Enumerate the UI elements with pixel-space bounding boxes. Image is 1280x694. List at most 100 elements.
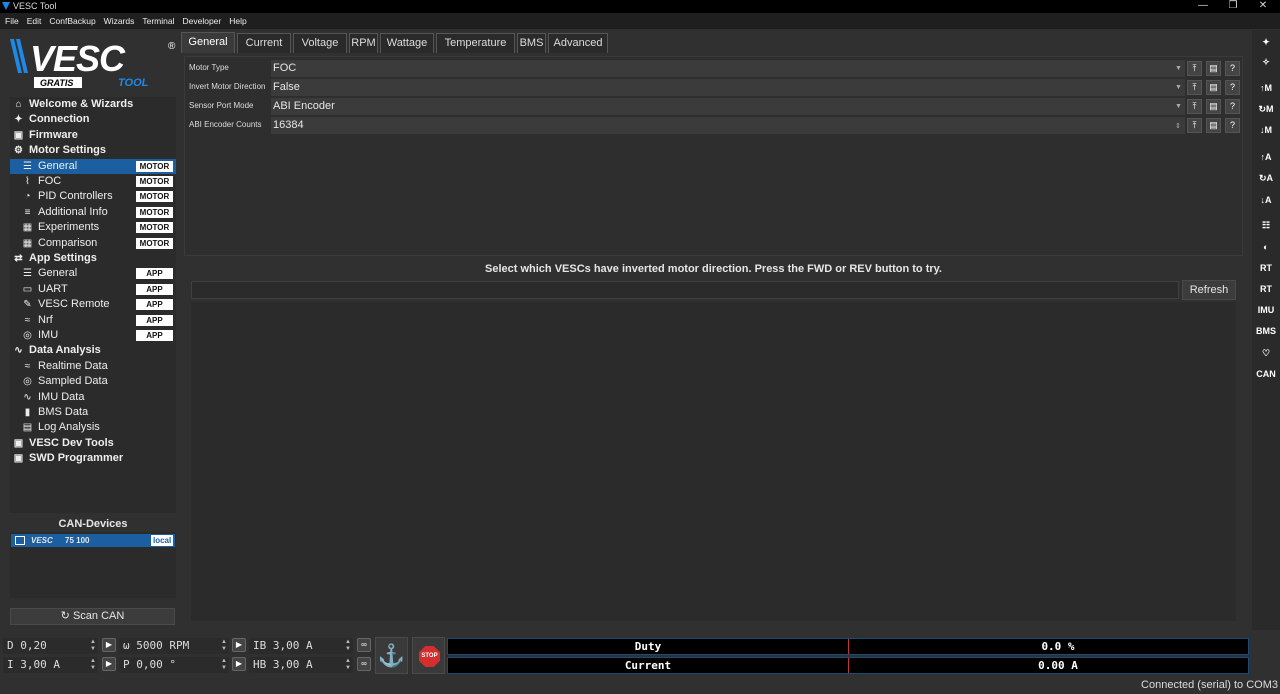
plug-disconnect-icon[interactable]: ✧	[1256, 54, 1276, 70]
menu-file[interactable]: File	[0, 13, 22, 26]
help-icon[interactable]: ?	[1225, 118, 1240, 133]
bms-stream-icon[interactable]: BMS	[1256, 323, 1276, 339]
gamepad-icon[interactable]: ◐	[1256, 239, 1276, 255]
tree-item-vesc-remote[interactable]: ✎ VESC Remote APP	[10, 297, 176, 312]
help-icon[interactable]: ?	[1225, 80, 1240, 95]
menu-developer[interactable]: Developer	[178, 13, 225, 26]
help-icon[interactable]: ?	[1225, 61, 1240, 76]
tab-voltage[interactable]: Voltage	[293, 33, 347, 53]
tree-item-foc[interactable]: ⌇ FOC MOTOR	[10, 174, 176, 189]
default-icon[interactable]: ▤	[1206, 118, 1221, 133]
duty-play-icon[interactable]: ▶	[102, 638, 116, 652]
reload-app-config-icon[interactable]: ↻A	[1256, 170, 1276, 186]
scan-can-button[interactable]: ↻ Scan CAN	[10, 608, 175, 625]
tree-item-nrf[interactable]: ≈ Nrf APP	[10, 313, 176, 328]
can-device-row[interactable]: VESC 75 100 local	[11, 534, 175, 547]
close-icon[interactable]: ✕	[1248, 0, 1278, 13]
default-icon[interactable]: ▤	[1206, 99, 1221, 114]
dropdown-arrow-icon[interactable]: ▼	[1175, 65, 1182, 72]
tab-current[interactable]: Current	[237, 33, 291, 53]
write-app-config-icon[interactable]: ↓A	[1256, 192, 1276, 208]
default-icon[interactable]: ▤	[1206, 80, 1221, 95]
heart-icon[interactable]: ♡	[1256, 345, 1276, 361]
current-play-icon[interactable]: ▶	[102, 657, 116, 671]
vesc-filter-bar[interactable]	[191, 281, 1179, 299]
setting-combo[interactable]: FOC	[271, 60, 1185, 77]
upload-icon[interactable]: ⤒	[1187, 99, 1202, 114]
brake-spin-icon[interactable]: ▲ ▼	[345, 639, 351, 653]
tab-temperature[interactable]: Temperature	[436, 33, 515, 53]
setting-combo[interactable]: ABI Encoder	[271, 98, 1185, 115]
imu-stream-icon[interactable]: IMU	[1256, 302, 1276, 318]
rt-data-icon[interactable]: RT	[1256, 260, 1276, 276]
help-icon[interactable]: ?	[1225, 99, 1240, 114]
tree-item-uart[interactable]: ▭ UART APP	[10, 282, 176, 297]
upload-icon[interactable]: ⤒	[1187, 61, 1202, 76]
tree-item-imu-data[interactable]: ∿ IMU Data	[10, 390, 176, 405]
tree-item-motor-settings[interactable]: ⚙ Motor Settings	[10, 143, 176, 158]
tree-item-firmware[interactable]: ▣ Firmware	[10, 128, 176, 143]
tree-item-general[interactable]: ☰ General APP	[10, 266, 176, 281]
tree-item-imu[interactable]: ◎ IMU APP	[10, 328, 176, 343]
brake-current-input[interactable]: IB 3,00 A	[249, 638, 353, 654]
rt-app-icon[interactable]: RT	[1256, 281, 1276, 297]
tree-item-app-settings[interactable]: ⇄ App Settings	[10, 251, 176, 266]
position-spin-icon[interactable]: ▲ ▼	[221, 658, 227, 672]
handbrake-play-icon[interactable]: ∞	[357, 657, 371, 671]
stop-button[interactable]: STOP	[412, 637, 445, 674]
can-forward-icon[interactable]: CAN	[1256, 366, 1276, 382]
tree-item-swd-programmer[interactable]: ▣ SWD Programmer	[10, 451, 176, 466]
rpm-play-icon[interactable]: ▶	[232, 638, 246, 652]
tree-item-additional-info[interactable]: ≡ Additional Info MOTOR	[10, 205, 176, 220]
tab-wattage[interactable]: Wattage	[380, 33, 434, 53]
tree-item-comparison[interactable]: ▦ Comparison MOTOR	[10, 236, 176, 251]
menu-wizards[interactable]: Wizards	[99, 13, 138, 26]
brake-play-icon[interactable]: ∞	[357, 638, 371, 652]
position-play-icon[interactable]: ▶	[232, 657, 246, 671]
tree-item-general[interactable]: ☰ General MOTOR	[10, 158, 176, 174]
duty-spin-icon[interactable]: ▲ ▼	[90, 639, 96, 653]
refresh-button[interactable]: Refresh	[1182, 280, 1236, 300]
dropdown-arrow-icon[interactable]: ▼	[1175, 84, 1182, 91]
dropdown-arrow-icon[interactable]: ▼	[1175, 103, 1182, 110]
upload-icon[interactable]: ⤒	[1187, 80, 1202, 95]
duty-input[interactable]: D 0,20	[3, 638, 98, 654]
rpm-spin-icon[interactable]: ▲ ▼	[221, 639, 227, 653]
position-input[interactable]: P 0,00 °	[119, 657, 229, 673]
tree-item-welcome-wizards[interactable]: ⌂ Welcome & Wizards	[10, 97, 176, 112]
tree-item-log-analysis[interactable]: ▤ Log Analysis	[10, 420, 176, 435]
menu-confbackup[interactable]: ConfBackup	[44, 13, 98, 26]
reload-motor-config-icon[interactable]: ↻M	[1256, 101, 1276, 117]
tree-item-pid-controllers[interactable]: ◔ PID Controllers MOTOR	[10, 189, 176, 204]
tab-bms[interactable]: BMS	[517, 33, 546, 53]
menu-help[interactable]: Help	[224, 13, 249, 26]
default-icon[interactable]: ▤	[1206, 61, 1221, 76]
tree-item-vesc-dev-tools[interactable]: ▣ VESC Dev Tools	[10, 436, 176, 451]
minimize-icon[interactable]: —	[1188, 0, 1218, 13]
setting-spinbox[interactable]: 16384	[271, 117, 1185, 134]
tree-item-bms-data[interactable]: ▮ BMS Data	[10, 405, 176, 420]
handbrake-spin-icon[interactable]: ▲ ▼	[345, 658, 351, 672]
rpm-input[interactable]: ω 5000 RPM	[119, 638, 229, 654]
tree-item-connection[interactable]: ✦ Connection	[10, 112, 176, 127]
setting-combo[interactable]: False	[271, 79, 1185, 96]
read-motor-config-icon[interactable]: ↑M	[1256, 80, 1276, 96]
restore-icon[interactable]: ❐	[1218, 0, 1248, 13]
spin-arrows-icon[interactable]: ⇕	[1175, 122, 1181, 130]
tab-general[interactable]: General	[181, 32, 235, 53]
can-network-icon[interactable]: ☷	[1256, 217, 1276, 233]
upload-icon[interactable]: ⤒	[1187, 118, 1202, 133]
tab-rpm[interactable]: RPM	[349, 33, 378, 53]
current-input[interactable]: I 3,00 A	[3, 657, 98, 673]
read-app-config-icon[interactable]: ↑A	[1256, 149, 1276, 165]
tree-item-sampled-data[interactable]: ◎ Sampled Data	[10, 374, 176, 389]
tree-item-realtime-data[interactable]: ≈ Realtime Data	[10, 359, 176, 374]
tab-advanced[interactable]: Advanced	[548, 33, 608, 53]
menu-edit[interactable]: Edit	[22, 13, 45, 26]
tree-item-data-analysis[interactable]: ∿ Data Analysis	[10, 343, 176, 358]
plug-connect-icon[interactable]: ✦	[1256, 34, 1276, 50]
anchor-button[interactable]: ⚓	[375, 637, 408, 674]
tree-item-experiments[interactable]: ▦ Experiments MOTOR	[10, 220, 176, 235]
write-motor-config-icon[interactable]: ↓M	[1256, 122, 1276, 138]
menu-terminal[interactable]: Terminal	[137, 13, 177, 26]
